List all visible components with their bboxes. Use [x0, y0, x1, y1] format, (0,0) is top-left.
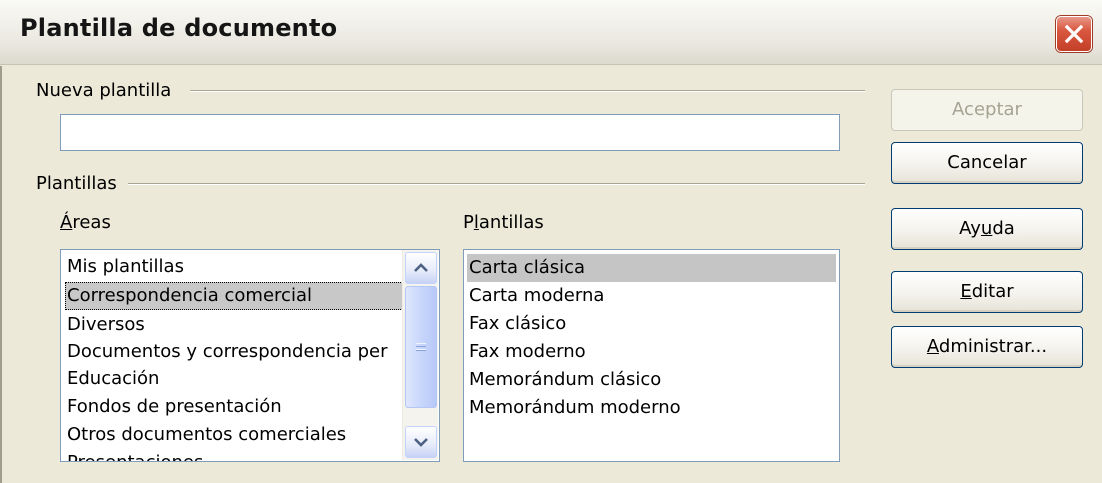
scroll-down-button[interactable]: [405, 426, 437, 458]
cancel-button[interactable]: Cancelar: [891, 142, 1083, 184]
chevron-up-icon: [414, 263, 428, 272]
window-frame-left: [0, 66, 2, 483]
new-template-group-label: Nueva plantilla: [36, 80, 180, 101]
templates-group-label: Plantillas: [36, 173, 125, 194]
areas-label: Áreas: [60, 212, 111, 233]
chevron-down-icon: [414, 438, 428, 447]
manage-button[interactable]: Administrar...: [891, 326, 1083, 368]
templates-list-label: Plantillas: [463, 212, 544, 233]
scroll-thumb[interactable]: [405, 286, 437, 408]
list-item[interactable]: Otros documentos comerciales: [65, 421, 405, 449]
list-item[interactable]: Fax moderno: [467, 338, 586, 366]
scroll-up-button[interactable]: [405, 252, 437, 284]
list-item[interactable]: Educación: [65, 365, 405, 393]
list-item[interactable]: Presentaciones: [65, 449, 405, 461]
list-item[interactable]: Fondos de presentación: [65, 393, 405, 421]
list-item[interactable]: Fax clásico: [467, 310, 566, 338]
list-item[interactable]: Memorándum clásico: [467, 366, 661, 394]
new-template-name-input[interactable]: [60, 114, 840, 151]
templates-listbox[interactable]: Carta clásica Carta moderna Fax clásico …: [463, 249, 840, 462]
areas-listbox[interactable]: Mis plantillas Correspondencia comercial…: [60, 249, 440, 462]
title-bar: Plantilla de documento: [0, 0, 1102, 65]
window-title: Plantilla de documento: [20, 14, 338, 42]
new-template-group-divider: [190, 90, 865, 92]
accept-button[interactable]: Aceptar: [891, 89, 1083, 131]
list-item[interactable]: Diversos: [65, 311, 405, 339]
areas-scrollbar[interactable]: [402, 250, 438, 460]
list-item[interactable]: Documentos y correspondencia per: [65, 338, 403, 366]
list-item[interactable]: Mis plantillas: [65, 253, 405, 281]
list-item[interactable]: Carta moderna: [467, 282, 604, 310]
close-x-icon: [1064, 24, 1084, 44]
edit-button[interactable]: Editar: [891, 271, 1083, 313]
list-item[interactable]: Correspondencia comercial: [65, 282, 405, 310]
templates-group-divider: [128, 183, 865, 185]
list-item[interactable]: Memorándum moderno: [467, 394, 681, 422]
list-item[interactable]: Carta clásica: [467, 254, 836, 282]
template-dialog: Plantilla de documento Nueva plantilla P…: [0, 0, 1102, 483]
grip-icon: [416, 343, 426, 351]
close-button[interactable]: [1056, 16, 1092, 52]
help-button[interactable]: Ayuda: [891, 208, 1083, 250]
